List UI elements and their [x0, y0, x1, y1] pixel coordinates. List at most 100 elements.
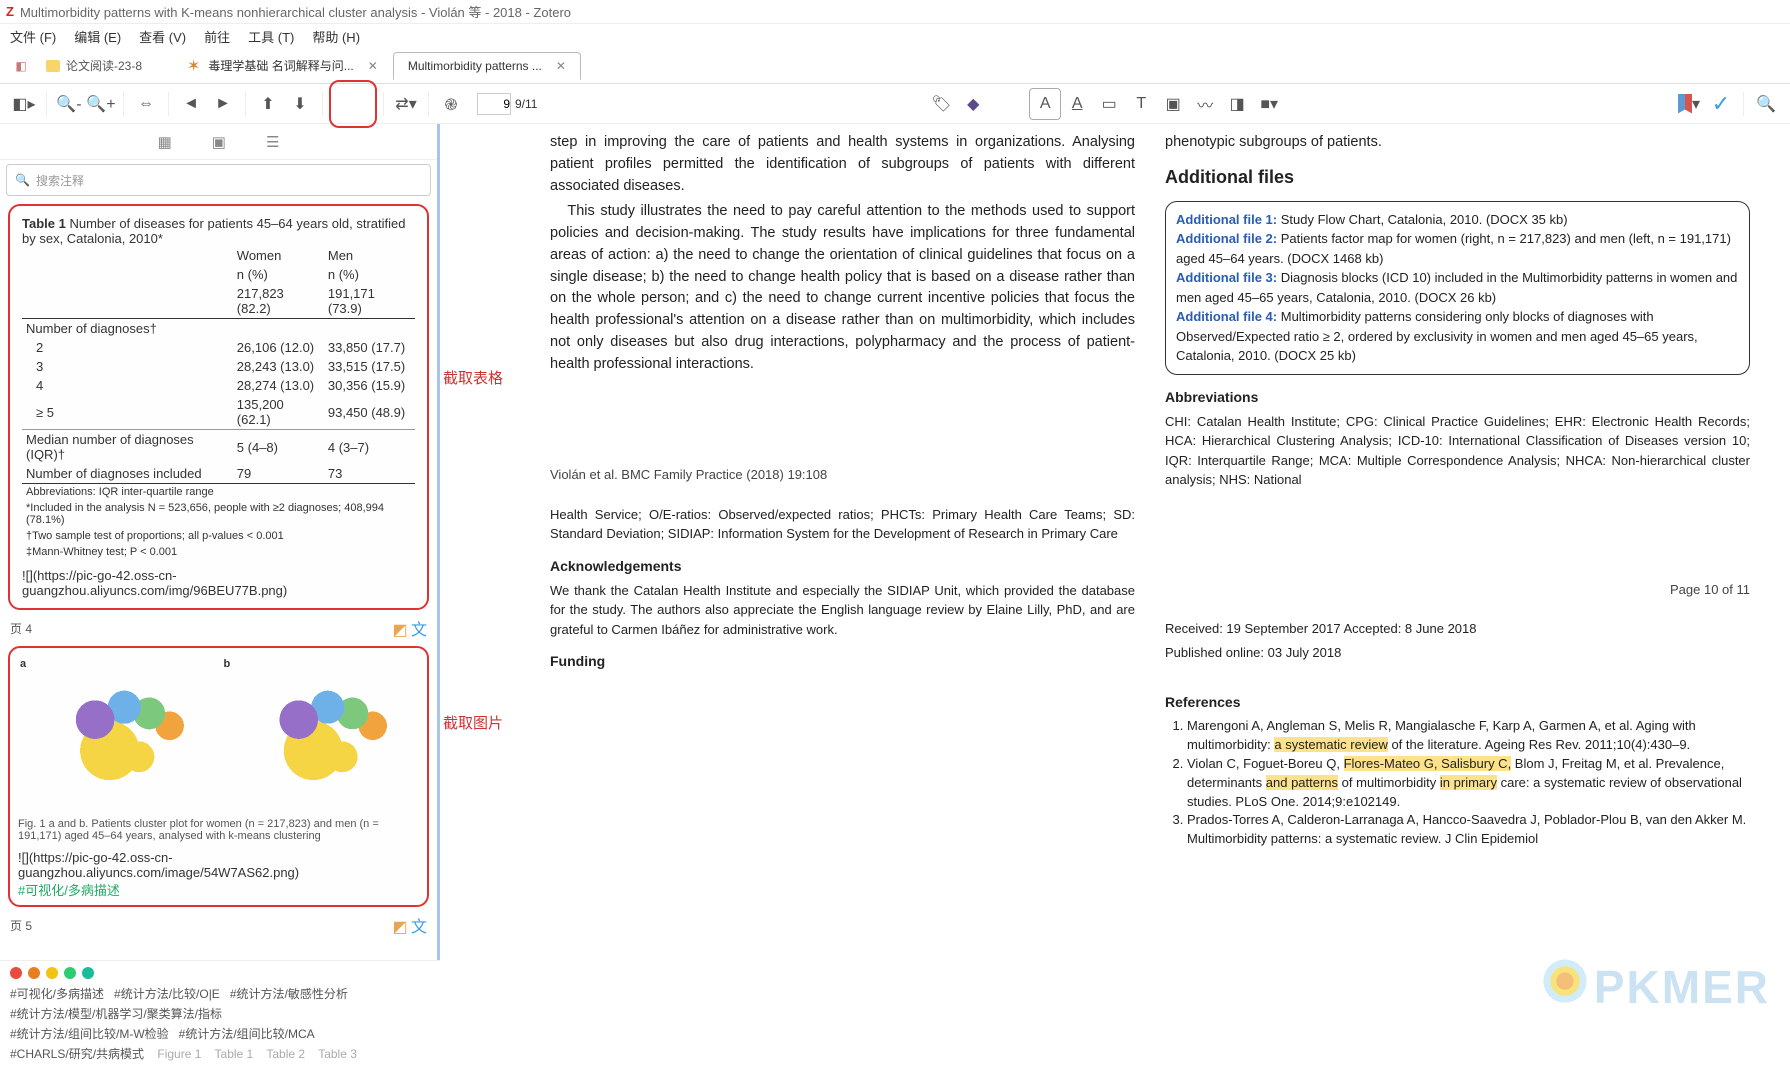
tag[interactable]: #统计方法/模型/机器学习/聚类算法/指标	[10, 1007, 222, 1021]
pdf-reader[interactable]: 进行解析 step in improving the care of patie…	[440, 124, 1790, 1044]
note-tag: #可视化/多病描述	[18, 880, 419, 899]
pdf-page: step in improving the care of patients a…	[550, 132, 1750, 849]
fit-width-icon[interactable]: ⇔	[130, 88, 162, 120]
wolfram-icon: ✶	[187, 56, 200, 76]
table-tag[interactable]: Table 3	[318, 1047, 357, 1061]
translate-icon-2[interactable]: 文	[411, 919, 427, 936]
extracted-table: WomenMen n (%)n (%) 217,823 (82.2)191,17…	[22, 246, 415, 560]
color-icon[interactable]: ■▾	[1253, 88, 1285, 120]
zotero-icon[interactable]: ◆	[957, 88, 989, 120]
additional-files-box: Additional file 1: Study Flow Chart, Cat…	[1165, 201, 1750, 375]
tags-panel: #可视化/多病描述 #统计方法/比较/O|E #统计方法/敏感性分析 #统计方法/模…	[0, 960, 440, 1071]
bookmark-icon	[1678, 94, 1692, 114]
tabbar: ◧ 论文阅读-23-8 ✶ 毒理学基础 名词解释与问... ✕ Multimor…	[0, 48, 1790, 84]
nav-fwd-icon[interactable]: ►	[207, 88, 239, 120]
tab-toxicology[interactable]: ✶ 毒理学基础 名词解释与问... ✕	[172, 49, 393, 83]
menu-file[interactable]: 文件 (F)	[10, 27, 56, 46]
running-footer: Violán et al. BMC Family Practice (2018)…	[550, 465, 1135, 485]
parse-button[interactable]	[329, 80, 377, 128]
tag[interactable]: #统计方法/组间比较/M-W检验	[10, 1027, 169, 1041]
share-icon[interactable]: ⇄▾	[390, 88, 422, 120]
translate-icon[interactable]: ◩	[393, 622, 408, 639]
note-footer: 页 4 ◩ 文	[10, 616, 427, 640]
references-list: Marengoni A, Angleman S, Melis R, Mangia…	[1165, 717, 1750, 849]
page-total: 9/11	[515, 97, 537, 111]
outline-icon[interactable]: ☰	[266, 133, 279, 151]
paragraph: This study illustrates the need to pay c…	[550, 201, 1135, 375]
tag[interactable]: #CHARLS/研究/共病模式	[10, 1047, 144, 1061]
figure-caption: Fig. 1 a and b. Patients cluster plot fo…	[18, 818, 419, 842]
tag-icon[interactable]: 🏷	[925, 88, 957, 120]
find-icon[interactable]: 🔍	[1750, 88, 1782, 120]
area-icon[interactable]: ▣	[1157, 88, 1189, 120]
main-area: ▦ ▣ ☰ 🔍 搜索注释 截取表格 Table 1 Number of dise…	[0, 124, 1790, 1044]
table-tag[interactable]: Table 1	[215, 1047, 254, 1061]
watermark: PKMER	[1536, 955, 1770, 1014]
right-column: phenotypic subgroups of patients. Additi…	[1165, 132, 1750, 849]
table-caption: Number of diseases for patients 45–64 ye…	[22, 216, 405, 246]
annotations-sidebar: ▦ ▣ ☰ 🔍 搜索注释 截取表格 Table 1 Number of dise…	[0, 124, 440, 1044]
paragraph: Health Service; O/E-ratios: Observed/exp…	[550, 505, 1135, 544]
translate-icon[interactable]: ◩	[393, 919, 408, 936]
text-icon[interactable]: T	[1125, 88, 1157, 120]
paragraph: step in improving the care of patients a…	[550, 132, 1135, 197]
nav-back-icon[interactable]: ◄	[175, 88, 207, 120]
collection-tab[interactable]: 论文阅读-23-8	[36, 53, 152, 78]
page-up-icon[interactable]: ⬆	[252, 88, 284, 120]
menu-edit[interactable]: 编辑 (E)	[74, 27, 121, 46]
search-annotations[interactable]: 🔍 搜索注释	[6, 164, 431, 196]
bookmark-button[interactable]: ▾	[1673, 88, 1705, 120]
tab-label: 毒理学基础 名词解释与问...	[208, 57, 353, 74]
folder-icon	[46, 60, 60, 72]
thumbnails-icon[interactable]: ▦	[158, 133, 172, 151]
highlight-icon[interactable]: A	[1029, 88, 1061, 120]
ai-icon[interactable]: ֎	[435, 88, 467, 120]
tag[interactable]: #统计方法/比较/O|E	[114, 987, 220, 1001]
menu-go[interactable]: 前往	[204, 27, 230, 46]
window-title: Multimorbidity patterns with K-means non…	[20, 2, 571, 21]
translate-icon-2[interactable]: 文	[411, 622, 427, 639]
page-down-icon[interactable]: ⬇	[284, 88, 316, 120]
eraser-icon[interactable]: ◨	[1221, 88, 1253, 120]
page-indicator: 9/11	[477, 93, 537, 115]
zoom-out-icon[interactable]: 🔍-	[53, 88, 85, 120]
paragraph: phenotypic subgroups of patients.	[1165, 132, 1750, 154]
menubar: 文件 (F) 编辑 (E) 查看 (V) 前往 工具 (T) 帮助 (H)	[0, 24, 1790, 48]
page-input[interactable]	[477, 93, 511, 115]
heading-acknowledgements: Acknowledgements	[550, 556, 1135, 577]
tag[interactable]: #可视化/多病描述	[10, 987, 104, 1001]
close-icon[interactable]: ✕	[556, 59, 566, 73]
check-icon[interactable]: ✓	[1705, 88, 1737, 120]
note-icon[interactable]: ▭	[1093, 88, 1125, 120]
close-icon[interactable]: ✕	[368, 59, 378, 73]
note-footer: 页 5 ◩ 文	[10, 913, 427, 937]
heading-references: References	[1165, 692, 1750, 713]
tab-label: Multimorbidity patterns ...	[408, 59, 542, 73]
table-tag[interactable]: Table 2	[266, 1047, 305, 1061]
heading-additional-files: Additional files	[1165, 164, 1750, 191]
tab-multimorbidity[interactable]: Multimorbidity patterns ... ✕	[393, 52, 581, 80]
highlighted-text: a systematic review	[1274, 737, 1387, 752]
home-tab[interactable]: ◧	[6, 51, 36, 81]
underline-icon[interactable]: A	[1061, 88, 1093, 120]
zoom-in-icon[interactable]: 🔍+	[85, 88, 117, 120]
left-column: step in improving the care of patients a…	[550, 132, 1135, 849]
note-image-link: ![](https://pic-go-42.oss-cn-guangzhou.a…	[18, 850, 419, 880]
draw-icon[interactable]: 〰	[1189, 88, 1221, 120]
sidebar-toggle[interactable]: ◧▸	[8, 88, 40, 120]
menu-view[interactable]: 查看 (V)	[139, 27, 186, 46]
figure-tag[interactable]: Figure 1	[157, 1047, 201, 1061]
reference-item: Prados-Torres A, Calderon-Larranaga A, H…	[1187, 811, 1750, 849]
heading-funding: Funding	[550, 651, 1135, 672]
menu-help[interactable]: 帮助 (H)	[312, 27, 360, 46]
tag[interactable]: #统计方法/敏感性分析	[230, 987, 348, 1001]
table-title: Table 1	[22, 216, 66, 231]
cluster-figure: a b	[18, 654, 419, 814]
paragraph: CHI: Catalan Health Institute; CPG: Clin…	[1165, 412, 1750, 490]
annotations-icon[interactable]: ▣	[212, 133, 226, 151]
menu-tools[interactable]: 工具 (T)	[248, 27, 294, 46]
tag[interactable]: #统计方法/组间比较/MCA	[179, 1027, 315, 1041]
annotation-table-card[interactable]: 截取表格 Table 1 Number of diseases for pati…	[8, 204, 429, 610]
paragraph: We thank the Catalan Health Institute an…	[550, 581, 1135, 640]
annotation-image-card[interactable]: 截取图片 a b Fig. 1 a and b. Patients cluste…	[8, 646, 429, 907]
